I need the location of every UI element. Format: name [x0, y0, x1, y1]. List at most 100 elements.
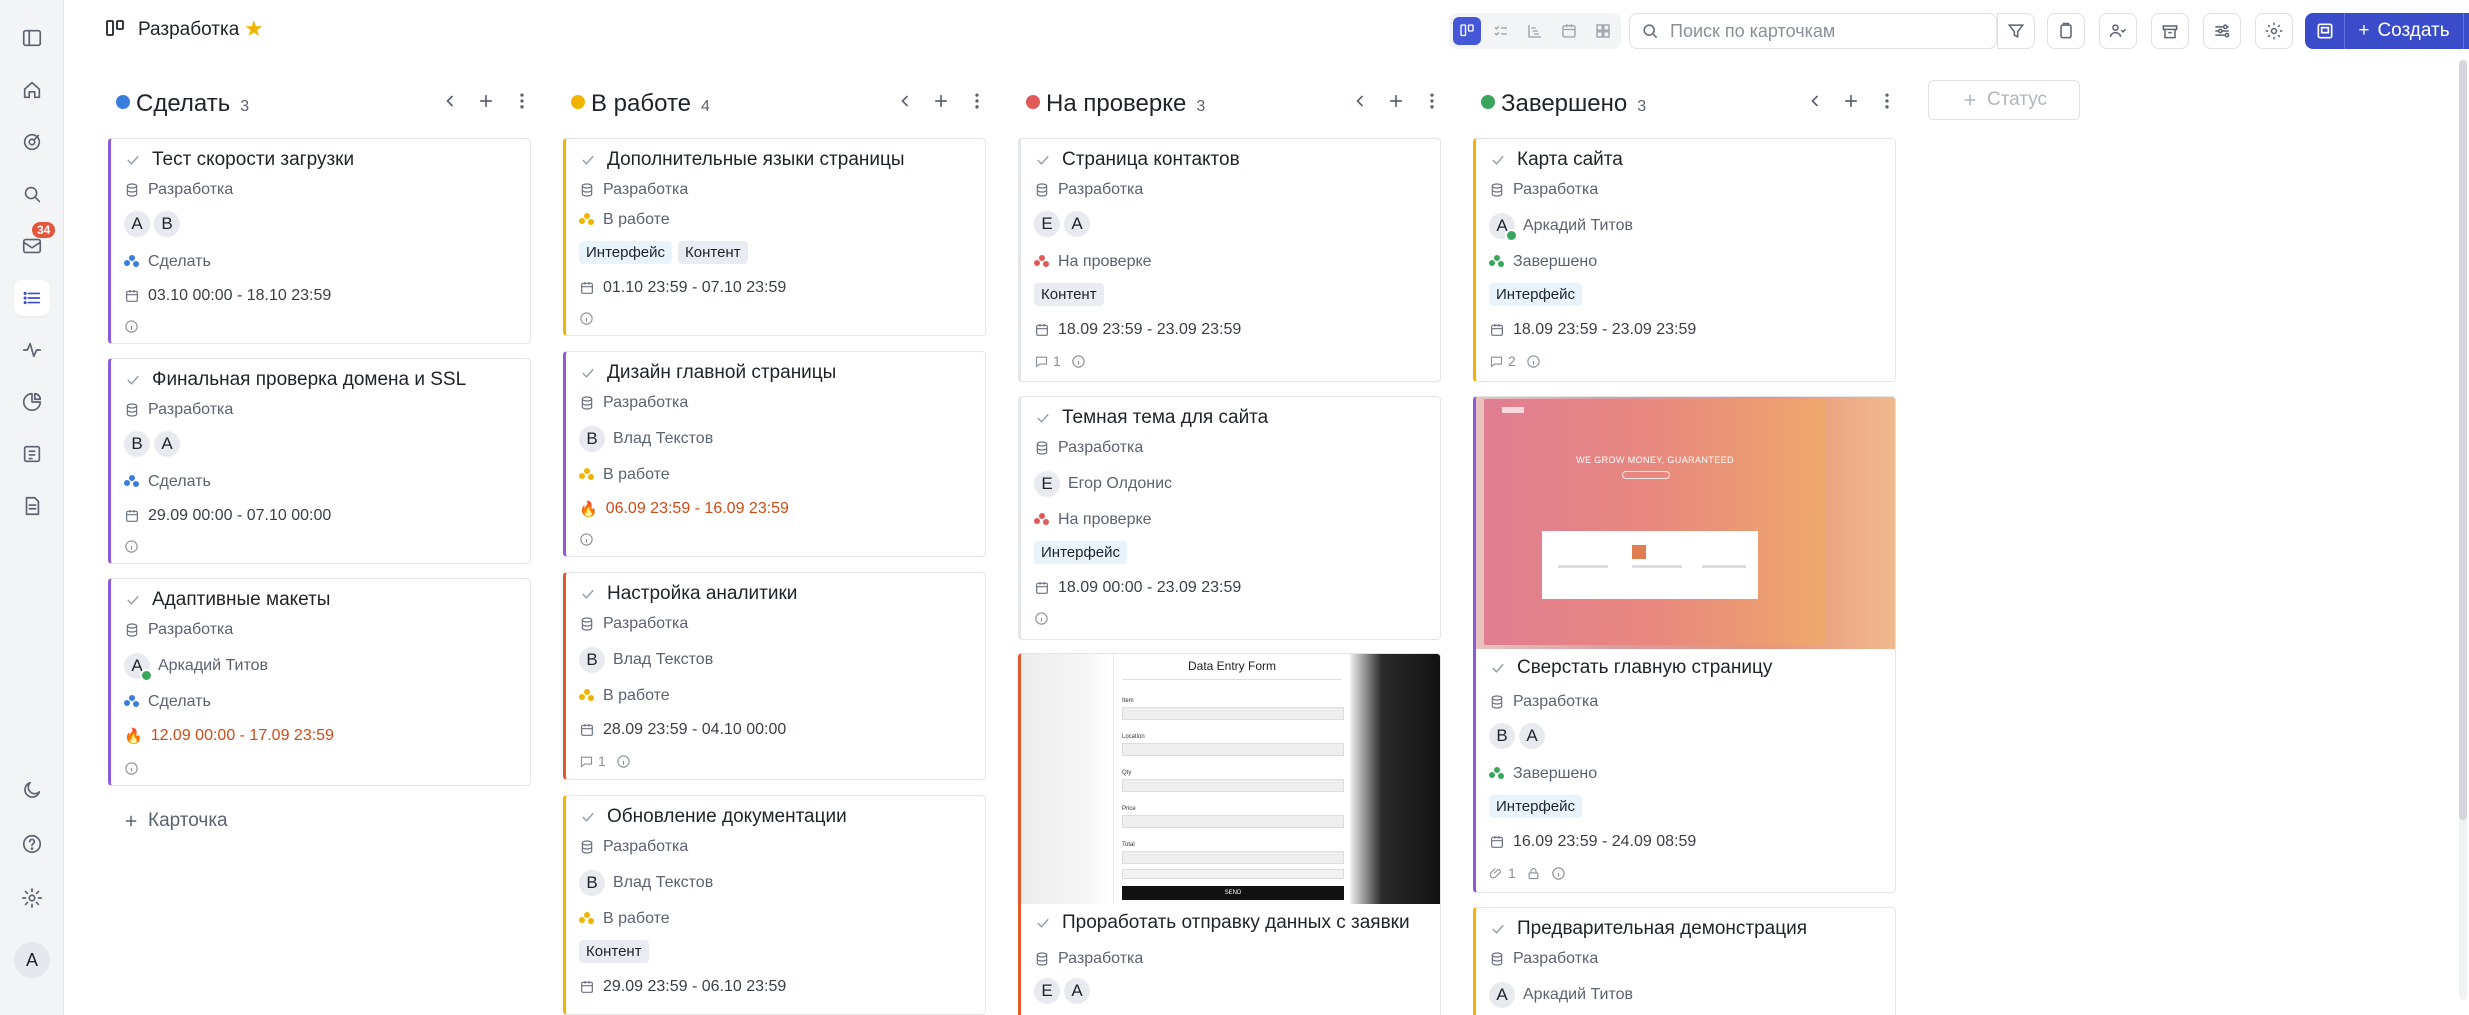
info-icon[interactable] — [1071, 354, 1086, 369]
help-button[interactable] — [14, 826, 50, 862]
collapse-column-button[interactable] — [1349, 90, 1371, 112]
info-icon[interactable] — [1034, 611, 1049, 626]
sidebar-toggle-button[interactable] — [14, 20, 50, 56]
avatar[interactable]: А — [1489, 982, 1515, 1008]
avatar[interactable]: А — [154, 431, 180, 457]
avatar[interactable]: Е — [1034, 471, 1060, 497]
checkmark-icon[interactable] — [1489, 920, 1507, 938]
checkmark-icon[interactable] — [579, 585, 597, 603]
vertical-scrollbar[interactable] — [2459, 60, 2467, 1000]
sidebar-item-inbox[interactable]: 34 — [14, 222, 56, 264]
checkmark-icon[interactable] — [579, 364, 597, 382]
info-icon[interactable] — [616, 754, 631, 769]
view-kanban-button[interactable] — [1453, 17, 1481, 45]
avatar[interactable]: В — [579, 647, 605, 673]
collapse-column-button[interactable] — [439, 90, 461, 112]
view-gantt-button[interactable] — [1521, 17, 1549, 45]
column-menu-button[interactable] — [1421, 90, 1443, 112]
avatar[interactable]: А — [124, 653, 153, 682]
tag-content[interactable]: Контент — [1034, 283, 1104, 306]
collapse-column-button[interactable] — [894, 90, 916, 112]
sidebar-item-billing[interactable] — [14, 436, 50, 472]
avatar[interactable]: В — [124, 431, 150, 457]
theme-toggle-button[interactable] — [14, 772, 50, 808]
view-list-button[interactable] — [1487, 17, 1515, 45]
column-menu-button[interactable] — [966, 90, 988, 112]
clipboard-button[interactable] — [2047, 13, 2085, 49]
info-icon[interactable] — [124, 319, 139, 334]
sidebar-item-activity[interactable] — [14, 332, 50, 368]
tag-interface[interactable]: Интерфейс — [1489, 795, 1583, 818]
card-search-input[interactable]: Поиск по карточкам — [1629, 13, 1997, 49]
members-button[interactable] — [2099, 13, 2137, 49]
create-button[interactable]: + Создать — [2345, 13, 2463, 49]
avatar[interactable]: А — [124, 211, 150, 237]
add-card-button[interactable] — [930, 90, 952, 112]
add-card-button[interactable] — [1840, 90, 1862, 112]
task-card[interactable]: Финальная проверка домена и SSL Разработ… — [108, 358, 531, 564]
collapse-column-button[interactable] — [1804, 90, 1826, 112]
avatar[interactable]: В — [579, 870, 605, 896]
create-dropdown-button[interactable] — [2463, 13, 2469, 49]
comments-count[interactable]: 1 — [1034, 353, 1061, 369]
checkmark-icon[interactable] — [579, 151, 597, 169]
avatar[interactable]: А — [1064, 978, 1090, 1004]
avatar[interactable]: В — [154, 211, 180, 237]
task-card[interactable]: Предварительная демонстрация Разработка … — [1473, 907, 1896, 1015]
lock-icon[interactable] — [1526, 866, 1541, 881]
task-card[interactable]: Темная тема для сайта Разработка Е Егор О… — [1018, 396, 1441, 640]
task-card[interactable]: Обновление документации Разработка В Влад… — [563, 795, 986, 1015]
comments-count[interactable]: 1 — [579, 753, 606, 769]
sidebar-item-tasks[interactable] — [14, 280, 50, 316]
task-card[interactable]: Карта сайта Разработка А Аркадий Титов За… — [1473, 138, 1896, 382]
tag-interface[interactable]: Интерфейс — [1489, 283, 1583, 306]
checkmark-icon[interactable] — [1034, 151, 1052, 169]
task-card[interactable]: Тест скорости загрузки Разработка АВ Сде… — [108, 138, 531, 344]
tag-content[interactable]: Контент — [678, 241, 748, 264]
task-card[interactable]: Адаптивные макеты Разработка А Аркадий Ти… — [108, 578, 531, 786]
attachments-count[interactable]: 1 — [1489, 865, 1516, 881]
settings-button[interactable] — [14, 880, 50, 916]
avatar[interactable]: А — [1489, 213, 1518, 242]
archive-button[interactable] — [2151, 13, 2189, 49]
checkmark-icon[interactable] — [1034, 914, 1052, 932]
avatar[interactable]: В — [1489, 723, 1515, 749]
column-menu-button[interactable] — [1876, 90, 1898, 112]
info-icon[interactable] — [124, 761, 139, 776]
checkmark-icon[interactable] — [1034, 409, 1052, 427]
sidebar-item-goals[interactable] — [14, 124, 50, 160]
checkmark-icon[interactable] — [124, 591, 142, 609]
add-card-link[interactable]: Карточка — [122, 810, 228, 832]
info-icon[interactable] — [1526, 354, 1541, 369]
scrollbar-thumb[interactable] — [2459, 60, 2467, 820]
add-status-button[interactable]: Статус — [1928, 80, 2080, 120]
info-icon[interactable] — [1551, 866, 1566, 881]
add-card-button[interactable] — [1385, 90, 1407, 112]
sidebar-item-home[interactable] — [14, 72, 50, 108]
checkmark-icon[interactable] — [579, 808, 597, 826]
avatar[interactable]: Е — [1034, 978, 1060, 1004]
task-card[interactable]: WE GROW MONEY, GUARANTEED Сверстать глав… — [1473, 396, 1896, 893]
project-settings-button[interactable] — [2255, 13, 2293, 49]
checkmark-icon[interactable] — [124, 151, 142, 169]
view-grid-button[interactable] — [1589, 17, 1617, 45]
task-card[interactable]: Страница контактов Разработка ЕА На пров… — [1018, 138, 1441, 382]
filter-button[interactable] — [1997, 13, 2035, 49]
avatar[interactable]: В — [579, 426, 605, 452]
board-settings-button[interactable] — [2203, 13, 2241, 49]
info-icon[interactable] — [579, 311, 594, 326]
checkmark-icon[interactable] — [124, 371, 142, 389]
comments-count[interactable]: 2 — [1489, 353, 1516, 369]
user-avatar[interactable]: А — [14, 942, 50, 978]
task-card[interactable]: Дизайн главной страницы Разработка В Влад… — [563, 351, 986, 557]
add-card-button[interactable] — [475, 90, 497, 112]
info-icon[interactable] — [124, 539, 139, 554]
checkmark-icon[interactable] — [1489, 151, 1507, 169]
avatar[interactable]: А — [1519, 723, 1545, 749]
avatar[interactable]: А — [1064, 211, 1090, 237]
checkmark-icon[interactable] — [1489, 659, 1507, 677]
view-calendar-button[interactable] — [1555, 17, 1583, 45]
save-view-button[interactable] — [2305, 13, 2345, 49]
tag-interface[interactable]: Интерфейс — [1034, 541, 1128, 564]
sidebar-item-search[interactable] — [14, 176, 50, 212]
